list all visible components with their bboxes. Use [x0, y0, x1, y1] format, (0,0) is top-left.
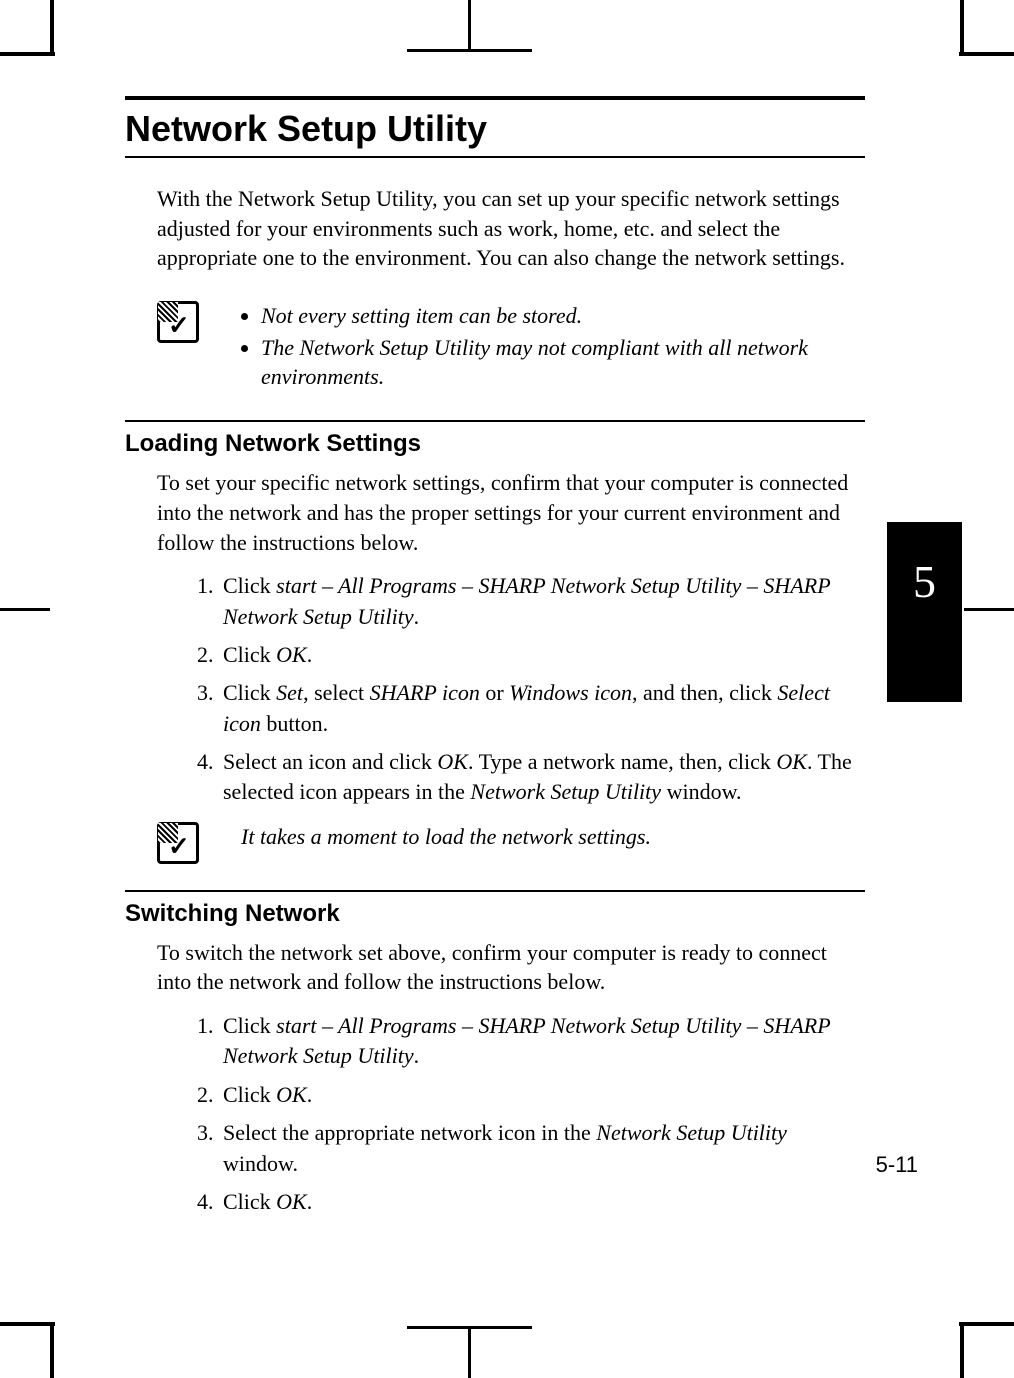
note-text: It takes a moment to load the network se…	[241, 822, 651, 852]
crop-mark	[50, 1323, 54, 1378]
note-item: Not every setting item can be stored.	[261, 301, 857, 331]
section-heading-switching: Switching Network	[125, 890, 865, 928]
page-title: Network Setup Utility	[125, 104, 865, 158]
steps-switching: Click start – All Programs – SHARP Netwo…	[157, 1011, 857, 1217]
note-list: Not every setting item can be stored. Th…	[241, 301, 857, 394]
section-heading-loading: Loading Network Settings	[125, 420, 865, 458]
step: Click OK.	[219, 1187, 857, 1217]
crop-mark	[960, 0, 964, 55]
section-body: To switch the network set above, confirm…	[157, 938, 857, 1218]
page-number: 5-11	[876, 1152, 918, 1178]
step: Click OK.	[219, 1080, 857, 1110]
crop-mark	[0, 608, 50, 611]
crop-mark	[0, 52, 55, 56]
crop-mark	[468, 1328, 471, 1378]
steps-loading: Click start – All Programs – SHARP Netwo…	[157, 571, 857, 808]
crop-mark	[959, 52, 1014, 56]
page-content: Network Setup Utility With the Network S…	[125, 96, 865, 1225]
section-body: To set your specific network settings, c…	[157, 468, 857, 864]
note-block: It takes a moment to load the network se…	[157, 822, 857, 864]
step: Click start – All Programs – SHARP Netwo…	[219, 1011, 857, 1072]
crop-mark	[960, 1323, 964, 1378]
step: Select an icon and click OK. Type a netw…	[219, 747, 857, 808]
note-checkmark-icon	[157, 301, 199, 343]
step: Select the appropriate network icon in t…	[219, 1118, 857, 1179]
crop-mark	[407, 49, 532, 52]
title-rule-top	[125, 96, 865, 100]
section-intro: To switch the network set above, confirm…	[157, 938, 857, 997]
crop-mark	[50, 0, 54, 55]
crop-mark	[468, 0, 471, 50]
crop-mark	[959, 1322, 1014, 1326]
note-block: Not every setting item can be stored. Th…	[157, 301, 857, 394]
section-intro: To set your specific network settings, c…	[157, 468, 857, 557]
step: Click Set, select SHARP icon or Windows …	[219, 678, 857, 739]
crop-mark	[407, 1326, 532, 1329]
step: Click start – All Programs – SHARP Netwo…	[219, 571, 857, 632]
note-item: The Network Setup Utility may not compli…	[261, 333, 857, 392]
body-text: With the Network Setup Utility, you can …	[157, 184, 857, 394]
crop-mark	[964, 608, 1014, 611]
intro-paragraph: With the Network Setup Utility, you can …	[157, 184, 857, 273]
chapter-tab: 5	[887, 522, 962, 702]
step: Click OK.	[219, 640, 857, 670]
note-checkmark-icon	[157, 822, 199, 864]
crop-mark	[0, 1322, 55, 1326]
